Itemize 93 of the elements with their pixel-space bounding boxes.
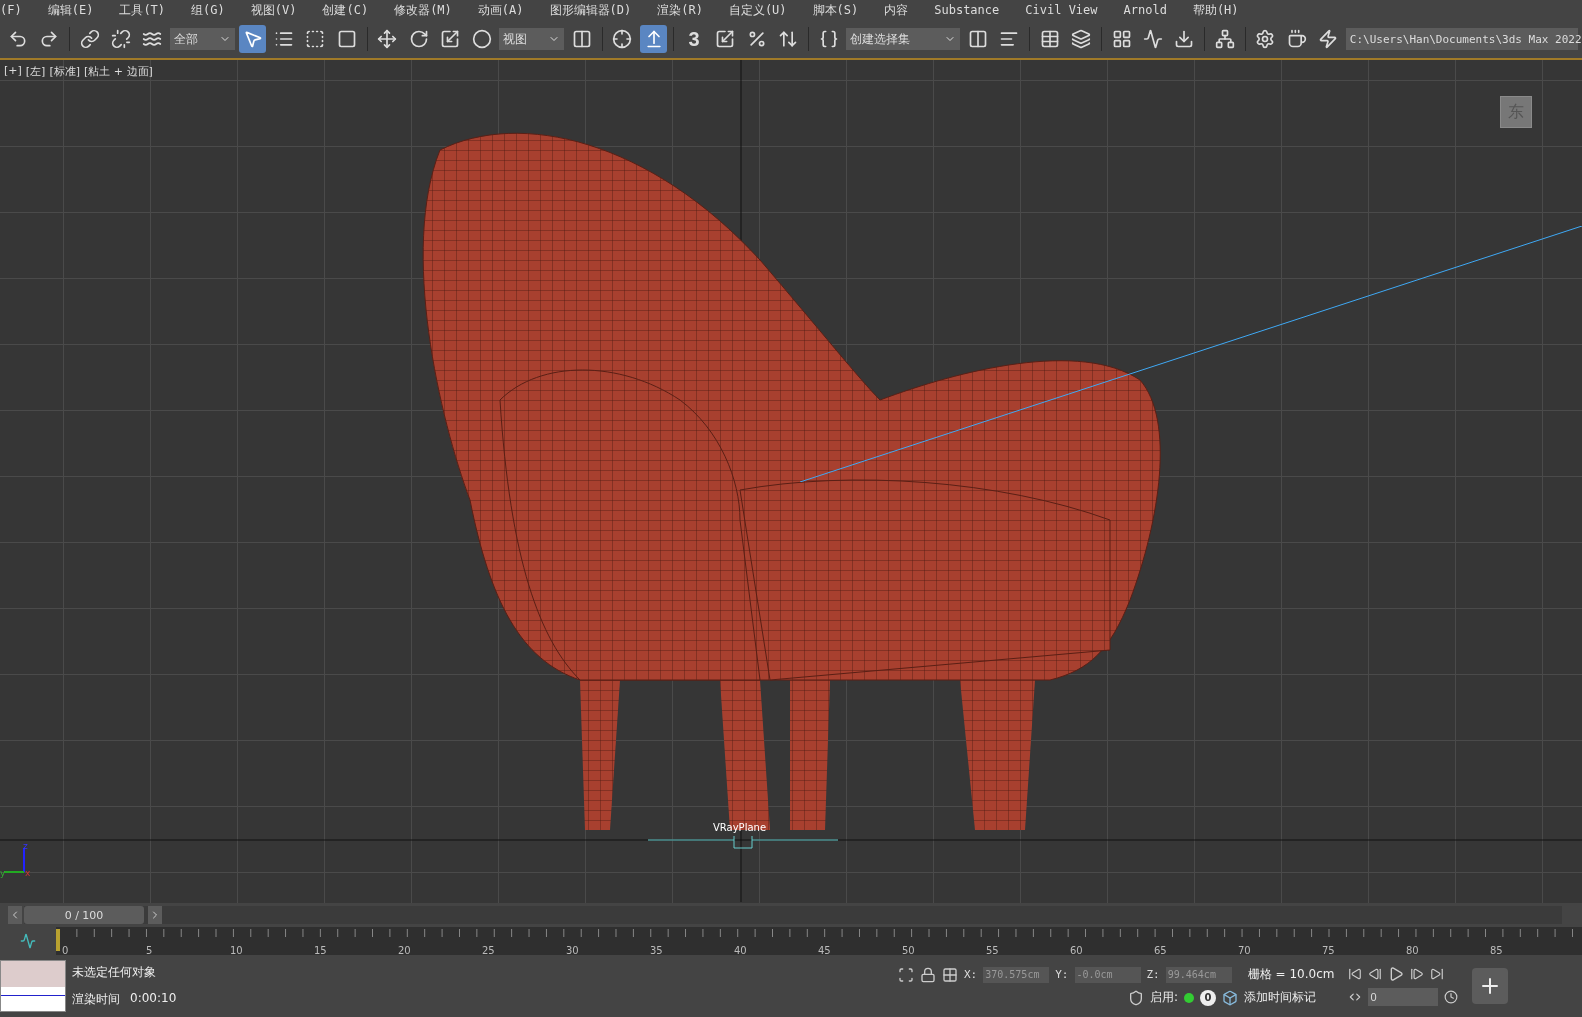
go-to-end-icon[interactable]: [1430, 967, 1445, 981]
render-time-label: 渲染时间: [72, 991, 120, 1008]
time-slider-track[interactable]: 0 / 100: [24, 906, 1562, 924]
table-icon: [1039, 29, 1060, 49]
menu-item[interactable]: 组(G): [178, 1, 238, 19]
select-by-name-icon: [274, 29, 295, 49]
frame-number: 25: [482, 945, 495, 956]
viewport-label[interactable]: [左]: [25, 64, 46, 79]
frame-number: 35: [650, 945, 663, 956]
time-slider-thumb[interactable]: 0 / 100: [24, 906, 144, 924]
menu-item[interactable]: 内容: [871, 1, 922, 19]
object-label: VRayPlane: [713, 822, 767, 833]
curve-icon[interactable]: [20, 933, 36, 949]
curve-editor-icon: [1143, 29, 1163, 49]
window-crossing-icon: [336, 29, 357, 49]
render-setup-icon: [1255, 29, 1276, 49]
axis-tripod-drawing: z y x: [0, 842, 36, 878]
download-icon: [1174, 29, 1195, 49]
schematic-icon: [1214, 29, 1235, 49]
enable-label: 启用:: [1150, 989, 1179, 1006]
maxscript-listener[interactable]: [0, 960, 66, 1012]
rectangle-selection-icon: [305, 29, 326, 49]
render-time: 0:00:10: [130, 991, 177, 1007]
viewport-label[interactable]: [+]: [4, 64, 22, 79]
layers-icon: [1071, 29, 1092, 49]
selection-filter-dropdown[interactable]: 全部: [170, 28, 235, 50]
selection-status: 未选定任何对象: [72, 964, 157, 981]
play-icon[interactable]: [1388, 966, 1405, 982]
frame-number: 20: [398, 945, 411, 956]
x-label: X:: [964, 968, 978, 981]
menu-item[interactable]: 视图(V): [237, 1, 310, 19]
snap-toggle[interactable]: 3: [680, 25, 708, 53]
waves-icon: [142, 29, 163, 49]
frame-number: 80: [1406, 945, 1419, 956]
menu-item[interactable]: 脚本(S): [799, 1, 872, 19]
box-icon[interactable]: [1222, 989, 1239, 1006]
menu-item[interactable]: Arnold: [1110, 3, 1180, 17]
frame-number: 15: [314, 945, 327, 956]
key-count: 0: [1200, 989, 1217, 1006]
menu-item[interactable]: 创建(C): [309, 1, 382, 19]
frame-number: 65: [1154, 945, 1167, 956]
move-icon: [377, 29, 398, 49]
link-icon: [79, 29, 100, 49]
menu-item[interactable]: Civil View: [1012, 3, 1111, 17]
timeline-ruler[interactable]: 0 5 10 15 20 25 30 35 40 45 50 55 60 65 70 75 80 85: [56, 927, 1582, 955]
grid-size: 栅格 = 10.0cm: [1247, 966, 1335, 983]
undo-icon: [7, 29, 28, 49]
rotate-icon: [408, 29, 429, 49]
frame-number: 75: [1322, 945, 1335, 956]
frame-field[interactable]: 0: [1368, 988, 1439, 1006]
y-label: Y:: [1055, 968, 1069, 981]
add-key-button[interactable]: [1472, 968, 1509, 1004]
frame-number: 45: [818, 945, 831, 956]
menu-item[interactable]: Substance: [921, 3, 1013, 17]
unlink-icon: [110, 29, 131, 49]
go-to-start-icon[interactable]: [1348, 967, 1363, 981]
frame-number: 60: [1070, 945, 1083, 956]
align-icon: [999, 29, 1020, 49]
menu-item[interactable]: (F): [0, 3, 35, 17]
redo-icon: [39, 29, 60, 49]
frame-number: 5: [146, 945, 153, 956]
menu-item[interactable]: 渲染(R): [644, 1, 716, 19]
frame-number: 55: [986, 945, 999, 956]
shield-icon[interactable]: [1128, 989, 1144, 1006]
add-time-tag[interactable]: 添加时间标记: [1244, 989, 1317, 1006]
menu-item[interactable]: 编辑(E): [34, 1, 107, 19]
frame-number: 30: [566, 945, 579, 956]
menu-item[interactable]: 动画(A): [464, 1, 537, 19]
previous-frame-icon[interactable]: [1368, 967, 1383, 981]
frame-number: 85: [1490, 945, 1503, 956]
menu-item[interactable]: 图形编辑器(D): [536, 1, 645, 19]
frame-marker[interactable]: [56, 929, 60, 951]
z-label: Z:: [1146, 968, 1160, 981]
braces-icon: [818, 29, 839, 49]
menu-item[interactable]: 修改器(M): [381, 1, 465, 19]
viewport-label[interactable]: [粘土 + 边面]: [84, 64, 153, 79]
named-selection-dropdown[interactable]: 创建选择集: [846, 28, 961, 50]
next-frame-icon[interactable]: [1410, 967, 1425, 981]
frame-number: 10: [230, 945, 243, 956]
lock-icon[interactable]: [920, 966, 936, 983]
frame-number: 50: [902, 945, 915, 956]
menu-item[interactable]: 帮助(H): [1179, 1, 1252, 19]
menu-item[interactable]: 工具(T): [106, 1, 179, 19]
grid-icon: [1111, 29, 1132, 49]
frame-number: 0: [62, 945, 69, 956]
frame-number: 40: [734, 945, 747, 956]
viewport-label[interactable]: [标准]: [49, 64, 80, 79]
status-dot: [1184, 992, 1195, 1003]
frame-number: 70: [1238, 945, 1251, 956]
menu-item[interactable]: 自定义(U): [715, 1, 800, 19]
crosshair-icon: [612, 29, 633, 49]
reference-coordinate-dropdown[interactable]: 视图: [499, 28, 565, 50]
select-object-button[interactable]: [238, 25, 267, 53]
